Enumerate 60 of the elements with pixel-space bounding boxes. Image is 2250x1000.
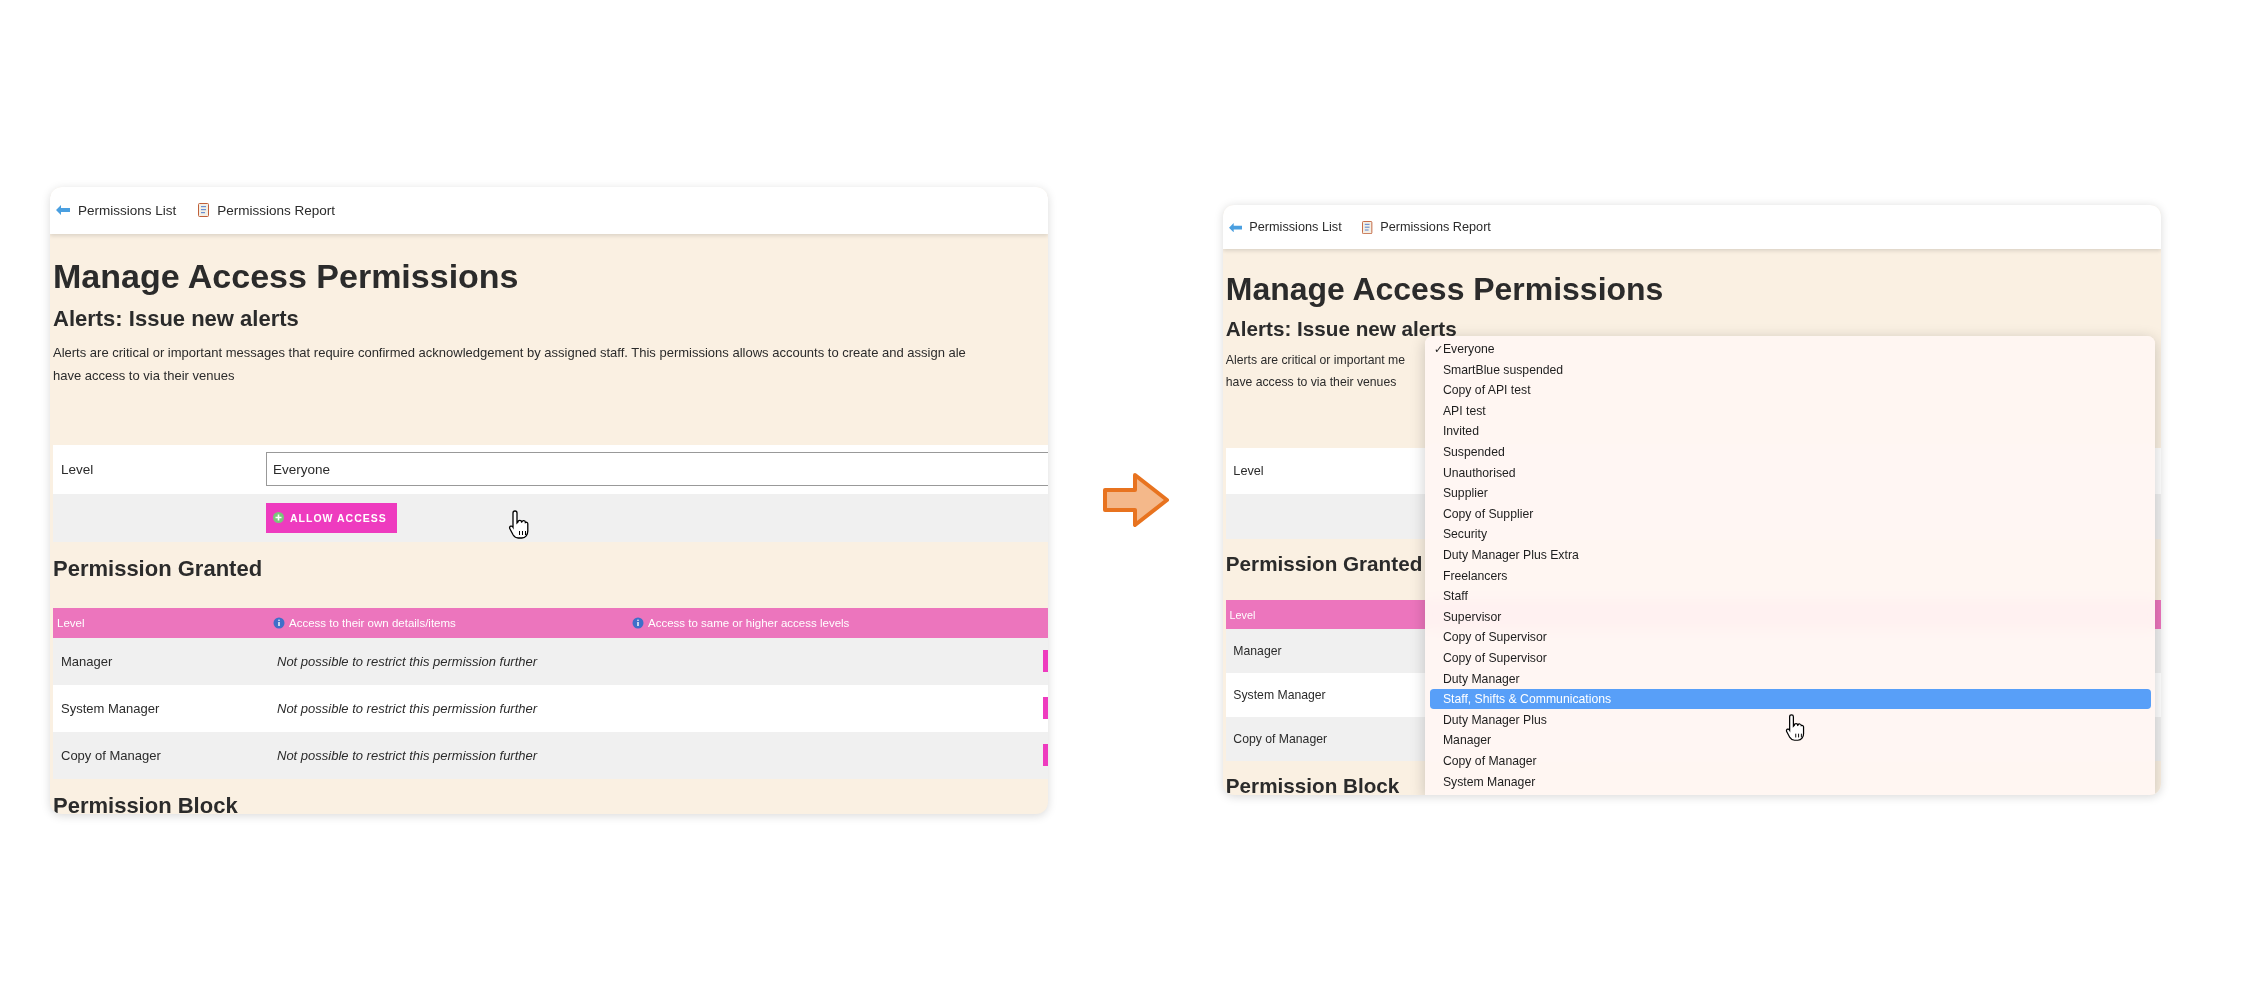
dropdown-option[interactable]: Duty Manager Plus <box>1429 709 2151 731</box>
right-arrow-icon <box>1100 470 1171 530</box>
dropdown-option[interactable]: Copy of Manager <box>1429 750 2151 772</box>
table-cell-text: Not possible to restrict this permission further <box>277 653 539 669</box>
table-cell-text: Copy of Manager <box>1232 732 1329 747</box>
column-header: Level <box>1228 608 1257 621</box>
table-cell-text: Not possible to restrict this permission further <box>277 700 539 716</box>
table-cell-text: Not possible to restrict this permission further <box>277 747 539 763</box>
dropdown-option[interactable]: Supplier <box>1429 482 2151 504</box>
dropdown-option[interactable]: Staff <box>1429 585 2151 607</box>
table-cell-text: Manager <box>60 653 114 669</box>
section-heading: Permission Block <box>1225 774 1400 795</box>
column-header: Level <box>56 616 86 629</box>
dropdown-option[interactable]: Copy of Supervisor <box>1429 627 2151 648</box>
table-cell-text: Copy of Manager <box>60 747 162 763</box>
toolbar-link[interactable]: Permissions Report <box>198 202 336 218</box>
dropdown-option[interactable]: Suspended <box>1429 441 2151 463</box>
info-icon[interactable] <box>632 616 644 629</box>
info-icon[interactable] <box>273 616 285 629</box>
description-text: Alerts are critical or important me have access to via their venues <box>1225 351 1406 391</box>
dropdown-option[interactable]: Copy of Supplier <box>1429 503 2151 525</box>
field-label: Level <box>60 461 95 477</box>
section-subtitle: Alerts: Issue new alerts <box>53 305 299 332</box>
dropdown-option[interactable]: Security <box>1429 524 2151 545</box>
back-arrow-icon <box>1228 222 1242 233</box>
dropdown-option[interactable]: Freelancers <box>1429 565 2151 586</box>
section-heading: Permission Granted <box>1225 552 1423 576</box>
dropdown-option[interactable]: Duty Manager <box>1429 668 2151 689</box>
dropdown-option[interactable]: Invited <box>1429 421 2151 442</box>
dropdown-option[interactable]: Supervisor <box>1429 606 2151 628</box>
row-action-button[interactable] <box>1043 649 1048 672</box>
report-icon <box>198 203 210 217</box>
section-heading: Permission Block <box>53 792 238 814</box>
description-text: Alerts are critical or important messages that require confirmed acknowledgement by assigned staff. This permissions allows accounts to create and assign ale have access to via their venues <box>53 343 966 385</box>
field-label: Level <box>1232 463 1265 478</box>
dropdown-option[interactable]: Copy of Supervisor <box>1429 647 2151 669</box>
dropdown-option[interactable]: Duty Manager Plus Extra <box>1429 544 2151 566</box>
level-select-field[interactable]: Everyone <box>266 452 1048 486</box>
page-title: Manage Access Permissions <box>53 256 519 296</box>
back-arrow-icon <box>56 205 70 215</box>
dropdown-option[interactable]: Copy of API test <box>1429 379 2151 401</box>
dropdown-option[interactable]: System Manager <box>1429 771 2151 792</box>
dropdown-option[interactable]: Manager <box>1429 730 2151 751</box>
table-cell-text: Manager <box>1232 643 1283 658</box>
table-cell-text: System Manager <box>60 700 161 716</box>
report-icon <box>1362 220 1373 234</box>
dropdown-option[interactable]: Unauthorised <box>1429 462 2151 483</box>
row-action-button[interactable] <box>1043 743 1048 766</box>
section-heading: Permission Granted <box>53 555 263 582</box>
dropdown-option[interactable]: API test <box>1429 400 2151 422</box>
toolbar-link[interactable]: Permissions List <box>56 202 177 218</box>
toolbar-link[interactable]: Permissions List <box>1228 220 1342 235</box>
column-header: Access to their own details/items <box>273 616 632 629</box>
toolbar-link[interactable]: Permissions Report <box>1362 220 1491 235</box>
row-action-button[interactable] <box>1043 696 1048 719</box>
dropdown-option[interactable]: SmartBlue suspended <box>1429 359 2151 380</box>
table-cell-text: System Manager <box>1232 687 1327 702</box>
plus-circle-icon <box>273 512 284 523</box>
column-header: Access to same or higher access levels <box>632 616 1048 629</box>
page-title: Manage Access Permissions <box>1225 271 1664 309</box>
